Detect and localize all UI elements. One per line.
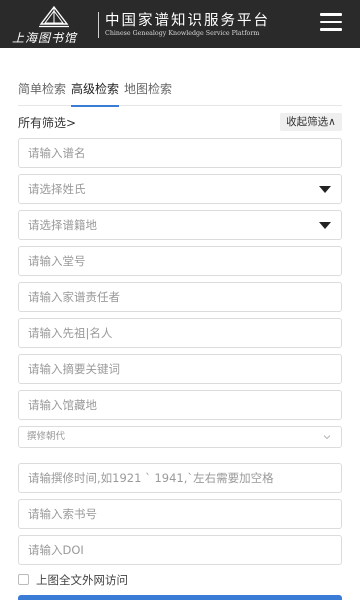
search-submit-button[interactable] <box>18 595 342 600</box>
collapse-filters-button[interactable]: 收起筛选∧ <box>280 113 342 131</box>
genealogy-name-input[interactable]: 请输入谱名 <box>18 138 342 168</box>
hamburger-menu-icon[interactable] <box>320 13 344 35</box>
top-header-bar: 上海图书馆 中国家谱知识服务平台 Chinese Genealogy Knowl… <box>0 0 360 48</box>
responsible-person-input[interactable]: 请输入家谱责任者 <box>18 282 342 312</box>
library-emblem-icon <box>39 6 69 28</box>
tab-simple-search[interactable]: 简单检索 <box>18 80 66 97</box>
search-mode-tabs: 简单检索 高级检索 地图检索 <box>18 78 342 107</box>
logo-text: 上海图书馆 <box>12 31 78 45</box>
compilation-time-input[interactable]: 请输撰修时间,如1921 ` 1941,`左右需要加空格 <box>18 463 342 493</box>
site-title: 中国家谱知识服务平台 <box>105 13 270 29</box>
all-filters-link[interactable]: 所有筛选> <box>18 114 76 131</box>
compilation-dynasty-select[interactable]: 撰修朝代 <box>18 426 342 448</box>
header-divider <box>98 12 99 38</box>
origin-place-select[interactable]: 请选择谱籍地 <box>18 210 342 240</box>
tab-map-search[interactable]: 地图检索 <box>124 80 172 97</box>
call-number-input[interactable]: 请输入索书号 <box>18 499 342 529</box>
surname-select[interactable]: 请选择姓氏 <box>18 174 342 204</box>
site-subtitle: Chinese Genealogy Knowledge Service Plat… <box>105 30 260 37</box>
chevron-down-icon <box>323 435 331 440</box>
doi-input[interactable]: 请输入DOI <box>18 535 342 565</box>
hall-name-input[interactable]: 请输入堂号 <box>18 246 342 276</box>
tab-advanced-search[interactable]: 高级检索 <box>71 80 120 107</box>
ancestor-celebrity-input[interactable]: 请输入先祖|名人 <box>18 318 342 348</box>
shanghai-library-logo[interactable]: 上海图书馆 <box>12 4 94 45</box>
dynasty-select-label: 撰修朝代 <box>27 431 66 442</box>
abstract-keyword-input[interactable]: 请输入摘要关键词 <box>18 354 342 384</box>
collection-location-input[interactable]: 请输入馆藏地 <box>18 390 342 420</box>
external-access-checkbox[interactable] <box>18 574 29 585</box>
external-access-label: 上图全文外网访问 <box>36 573 128 587</box>
